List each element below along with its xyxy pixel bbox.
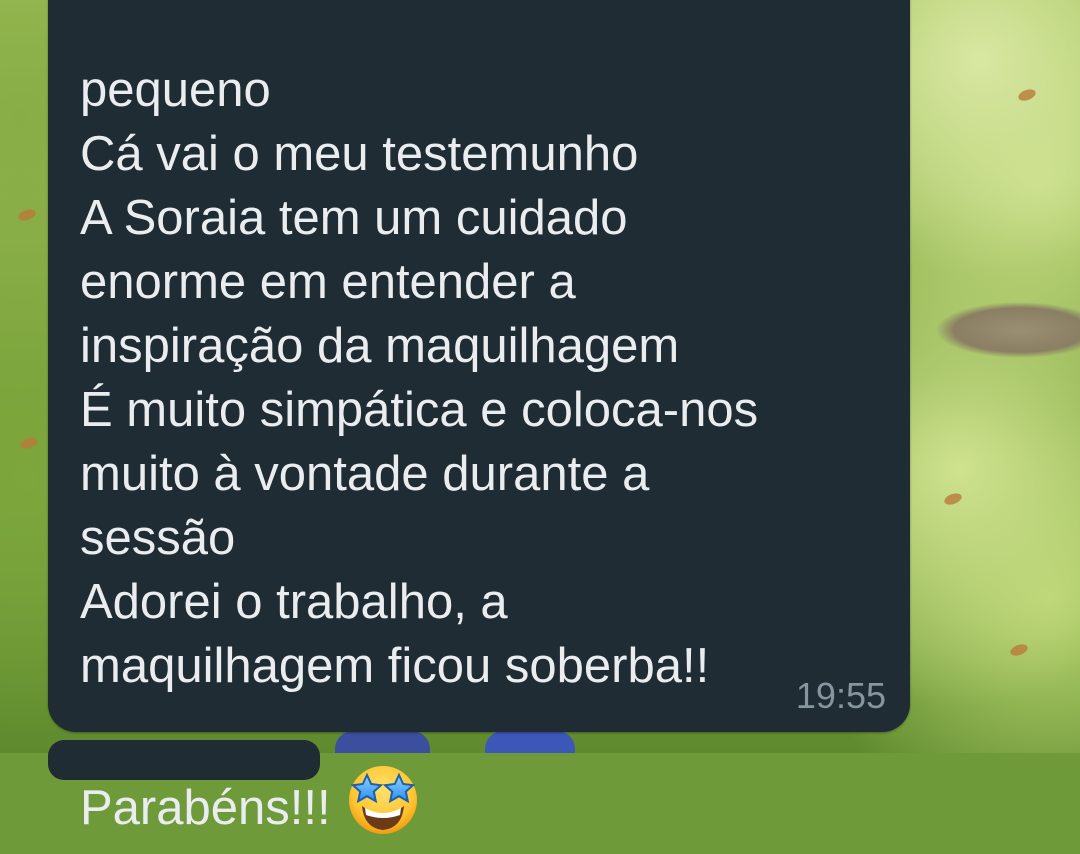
incoming-message-bubble[interactable]: pequeno Cá vai o meu testemunho A Soraia…: [48, 0, 910, 835]
leaf-decoration: [942, 491, 964, 507]
message-timestamp: 19:55: [795, 675, 886, 716]
message-text: pequeno Cá vai o meu testemunho A Soraia…: [80, 0, 870, 840]
leaf-decoration: [1016, 87, 1038, 103]
star-struck-icon: [345, 698, 421, 834]
next-message-bubble[interactable]: [48, 740, 320, 780]
leaf-decoration: [16, 207, 38, 223]
leaf-decoration: [1008, 642, 1030, 658]
leaf-decoration: [18, 435, 40, 451]
